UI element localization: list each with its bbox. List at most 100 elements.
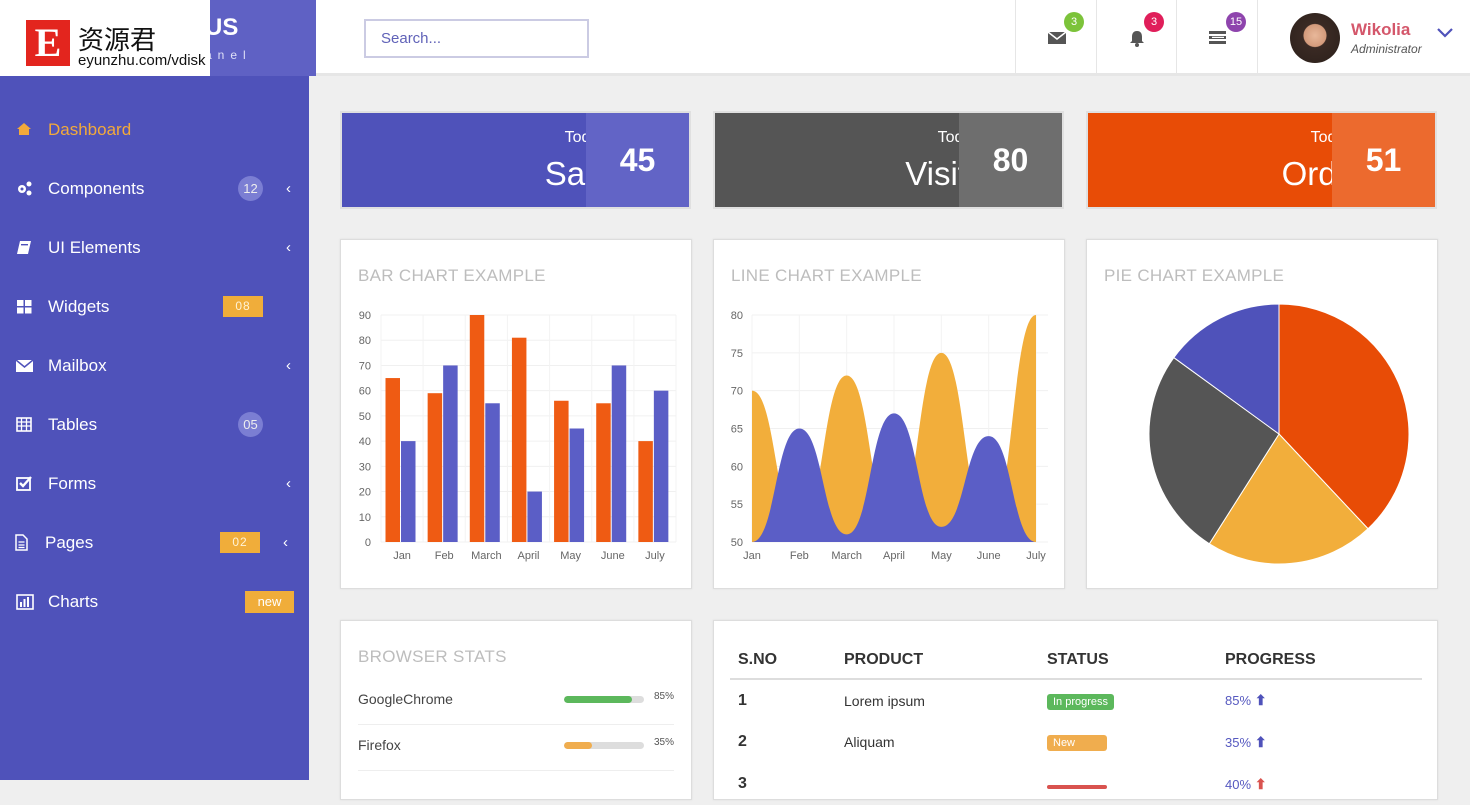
- x-tick-label: Feb: [790, 550, 809, 562]
- avatar[interactable]: [1290, 13, 1340, 63]
- watermark: E 资源君 eyunzhu.com/vdisk: [0, 0, 210, 76]
- user-name[interactable]: Wikolia: [1351, 20, 1410, 40]
- search-input[interactable]: [364, 19, 589, 58]
- notifications-button[interactable]: 3: [1096, 0, 1177, 76]
- user-role: Administrator: [1351, 42, 1422, 56]
- progress-value: 85%: [1225, 693, 1252, 708]
- y-tick-label: 65: [731, 424, 743, 436]
- y-tick-label: 60: [359, 386, 371, 398]
- y-tick-label: 10: [359, 512, 371, 524]
- area-series2: [752, 413, 1036, 542]
- bar-jan-series2: [401, 441, 416, 542]
- column-header[interactable]: S.NO: [730, 641, 836, 680]
- y-tick-label: 55: [731, 499, 743, 511]
- notifications-badge: 3: [1144, 12, 1164, 32]
- bar-feb-series2: [443, 365, 458, 542]
- stat-label-area: TodayOrders: [1088, 113, 1382, 207]
- chevron-down-icon[interactable]: [1437, 28, 1453, 38]
- browser-percent: 85%: [653, 691, 674, 702]
- book-icon: [15, 239, 35, 257]
- chevron-left-icon: ‹: [286, 239, 291, 256]
- sidebar-item-widgets[interactable]: Widgets 08: [0, 277, 309, 336]
- x-tick-label: April: [517, 550, 539, 562]
- line-chart-card: LINE CHART EXAMPLE 50 55 60 65 70 75 80 Jan Feb M…: [713, 239, 1065, 589]
- sidebar-badge: 05: [238, 412, 263, 437]
- y-tick-label: 80: [359, 335, 371, 347]
- column-header[interactable]: PROGRESS: [1217, 641, 1422, 680]
- sidebar-item-charts[interactable]: Charts new: [0, 572, 309, 631]
- x-tick-label: May: [560, 550, 581, 562]
- cogs-icon: [15, 180, 35, 198]
- bar-april-series1: [511, 337, 527, 542]
- progress-fill: [564, 696, 632, 703]
- stat-card-orders[interactable]: TodayOrders51: [1086, 111, 1437, 209]
- browser-name: GoogleChrome: [358, 691, 453, 707]
- browser-progress-bar: [564, 742, 644, 749]
- sidebar-item-label: UI Elements: [48, 237, 141, 257]
- messages-badge: 3: [1064, 12, 1084, 32]
- product-name: [836, 763, 1039, 805]
- bar-march-series1: [469, 315, 485, 542]
- watermark-logo: E: [26, 20, 70, 66]
- stat-card-sales[interactable]: TodaySales45: [340, 111, 691, 209]
- column-header[interactable]: STATUS: [1039, 641, 1217, 680]
- sidebar-item-label: Charts: [48, 591, 99, 611]
- y-tick-label: 50: [731, 537, 743, 549]
- messages-button[interactable]: 3: [1015, 0, 1097, 76]
- sidebar-nav: Dashboard Components 12 ‹ UI Elements ‹ Widget…: [0, 100, 309, 631]
- x-tick-label: July: [645, 550, 665, 562]
- stat-label-area: TodayVisitors: [715, 113, 1013, 207]
- sidebar-item-ui-elements[interactable]: UI Elements ‹: [0, 218, 309, 277]
- x-tick-label: Feb: [435, 550, 454, 562]
- pie-chart-card: PIE CHART EXAMPLE: [1086, 239, 1438, 589]
- x-tick-label: Jan: [743, 550, 761, 562]
- row-number: 2: [738, 733, 747, 750]
- bar-july-series2: [653, 390, 669, 542]
- bar-may-series2: [569, 428, 585, 542]
- bar-feb-series1: [427, 393, 443, 542]
- tasks-icon: [1209, 31, 1226, 44]
- envelope-icon: [1047, 31, 1066, 44]
- sidebar-item-tables[interactable]: Tables 05: [0, 395, 309, 454]
- bar-april-series2: [527, 491, 542, 542]
- envelope-icon: [15, 357, 35, 375]
- x-tick-label: June: [977, 550, 1001, 562]
- sidebar-item-label: Components: [48, 178, 145, 198]
- browser-stats-title: BROWSER STATS: [358, 647, 507, 666]
- row-number: 1: [738, 691, 747, 709]
- sidebar-badge: 02: [220, 532, 260, 553]
- brand-header: US anel E 资源君 eyunzhu.com/vdisk: [0, 0, 316, 76]
- stat-card-visitors[interactable]: TodayVisitors80: [713, 111, 1064, 209]
- tasks-button[interactable]: 15: [1176, 0, 1258, 76]
- bell-icon: [1130, 30, 1144, 47]
- sidebar-item-dashboard[interactable]: Dashboard: [0, 100, 309, 159]
- x-tick-label: April: [883, 550, 905, 562]
- brand-title: US: [205, 14, 239, 41]
- pie-chart: [1148, 303, 1410, 565]
- bar-july-series1: [638, 441, 653, 542]
- stat-label-area: TodaySales: [342, 113, 627, 207]
- divider: [1257, 0, 1258, 76]
- bar-june-series2: [611, 365, 627, 542]
- product-name: Aliquam: [844, 734, 895, 750]
- chevron-left-icon: ‹: [283, 534, 288, 551]
- stat-value: 80: [959, 113, 1062, 207]
- browser-row: Firefox 35%: [358, 725, 674, 771]
- x-tick-label: June: [601, 550, 625, 562]
- arrow-up-icon: ⬆: [1254, 692, 1267, 708]
- x-tick-label: March: [831, 550, 862, 562]
- products-table: S.NO PRODUCT STATUS PROGRESS 1 Lorem ipsum In…: [730, 641, 1422, 805]
- tasks-badge: 15: [1226, 12, 1246, 32]
- bar-march-series2: [485, 403, 500, 542]
- browser-row: GoogleChrome 85%: [358, 679, 674, 725]
- browser-stats-card: BROWSER STATS GoogleChrome 85% Firefox 35%: [340, 620, 692, 800]
- bar-may-series1: [554, 400, 569, 542]
- sidebar-item-forms[interactable]: Forms ‹: [0, 454, 309, 513]
- column-header[interactable]: PRODUCT: [836, 641, 1039, 680]
- check-square-icon: [15, 475, 35, 493]
- sidebar-item-mailbox[interactable]: Mailbox ‹: [0, 336, 309, 395]
- y-tick-label: 70: [731, 386, 743, 398]
- sidebar-item-components[interactable]: Components 12 ‹: [0, 159, 309, 218]
- sidebar-item-pages[interactable]: Pages 02 ‹: [0, 513, 306, 572]
- th-large-icon: [15, 298, 35, 316]
